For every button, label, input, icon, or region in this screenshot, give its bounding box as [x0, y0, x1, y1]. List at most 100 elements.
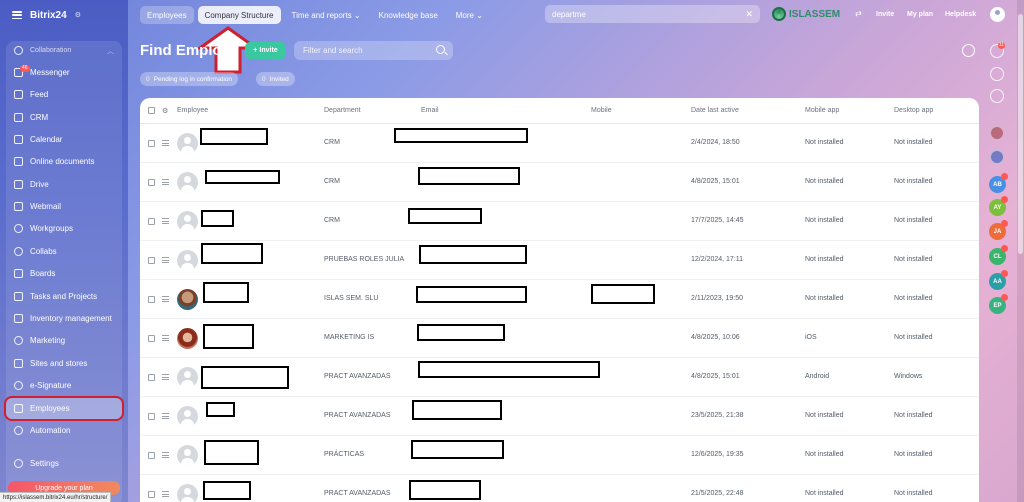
invite-button[interactable]: + Invite: [245, 42, 286, 59]
row-checkbox[interactable]: [148, 257, 155, 264]
sidebar-item-automation[interactable]: Automation: [6, 420, 122, 441]
row-menu-icon[interactable]: [162, 296, 169, 302]
tasks-rail-icon[interactable]: [990, 89, 1004, 103]
table-row[interactable]: PRÁCTICAS 12/6/2025, 19:35 Not installed…: [140, 436, 979, 475]
row-menu-icon[interactable]: [162, 218, 169, 224]
invited-chip[interactable]: 0 Invited: [256, 72, 295, 86]
select-all-checkbox[interactable]: [148, 107, 155, 114]
row-checkbox[interactable]: [148, 335, 155, 342]
user-avatar-icon[interactable]: [990, 7, 1005, 22]
row-checkbox[interactable]: [148, 413, 155, 420]
rail-contact-avatar[interactable]: CL: [989, 245, 1008, 265]
rail-contact-avatar[interactable]: AA: [989, 270, 1008, 290]
menu-burger-icon[interactable]: [12, 11, 22, 19]
logo-settings-icon[interactable]: ⚙: [75, 11, 81, 19]
clear-search-icon[interactable]: ✕: [745, 9, 753, 20]
sidebar-item-webmail[interactable]: Webmail: [6, 196, 122, 217]
avatar[interactable]: [177, 133, 198, 154]
swap-icon[interactable]: ⇄: [855, 9, 862, 18]
row-menu-icon[interactable]: [162, 257, 169, 263]
rail-contact-avatar[interactable]: JA: [989, 220, 1008, 240]
table-row[interactable]: ISLAS SEM. SLU 2/11/2023, 19:50 Not inst…: [140, 280, 979, 319]
page-scrollbar-thumb[interactable]: [1018, 14, 1023, 254]
global-search-input[interactable]: departme ✕: [545, 5, 760, 23]
sidebar-item-collabs[interactable]: Collabs: [6, 241, 122, 262]
tab-knowledge-base[interactable]: Knowledge base: [372, 6, 445, 24]
avatar[interactable]: [177, 211, 198, 232]
row-menu-icon[interactable]: [162, 374, 169, 380]
avatar[interactable]: [177, 250, 198, 271]
rail-contact-avatar[interactable]: EP: [989, 294, 1008, 314]
col-email[interactable]: Email: [421, 107, 439, 114]
pending-confirmation-chip[interactable]: 0 Pending log in confirmation: [140, 72, 239, 86]
my-plan-link[interactable]: My plan: [907, 5, 933, 23]
row-menu-icon[interactable]: [162, 452, 169, 458]
col-date-last-active[interactable]: Date last active: [691, 107, 739, 114]
chevron-up-icon[interactable]: ︿: [107, 46, 114, 56]
row-menu-icon[interactable]: [162, 140, 169, 146]
tab-more[interactable]: More ⌄: [449, 6, 490, 24]
table-row[interactable]: PRACT AVANZADAS 4/8/2025, 15:01 Android …: [140, 358, 979, 397]
rail-photo-avatar[interactable]: [990, 126, 1004, 140]
notifications-bell-icon[interactable]: 11: [990, 42, 1005, 58]
sidebar-item-feed[interactable]: Feed: [6, 84, 122, 105]
sidebar-item-esignature[interactable]: e-Signature: [6, 375, 122, 396]
row-checkbox[interactable]: [148, 179, 155, 186]
col-mobile-app[interactable]: Mobile app: [805, 107, 839, 114]
avatar[interactable]: [177, 484, 198, 502]
tab-time-and-reports[interactable]: Time and reports ⌄: [285, 6, 368, 24]
row-checkbox[interactable]: [148, 452, 155, 459]
sidebar-section-collaboration[interactable]: Collaboration ︿: [6, 40, 122, 61]
avatar[interactable]: [177, 445, 198, 466]
avatar[interactable]: [177, 172, 198, 193]
col-department[interactable]: Department: [324, 107, 361, 114]
page-settings-icon[interactable]: [962, 44, 975, 57]
search-icon[interactable]: [436, 45, 445, 54]
row-checkbox[interactable]: [148, 140, 155, 147]
sidebar-item-settings[interactable]: Settings: [6, 453, 122, 474]
row-checkbox[interactable]: [148, 218, 155, 225]
top-invite-link[interactable]: Invite: [876, 5, 894, 23]
row-checkbox[interactable]: [148, 296, 155, 303]
row-menu-icon[interactable]: [162, 491, 169, 497]
sidebar-item-messenger[interactable]: 46 Messenger: [6, 62, 122, 83]
row-checkbox[interactable]: [148, 374, 155, 381]
sidebar-item-marketing[interactable]: Marketing: [6, 330, 122, 351]
helpdesk-link[interactable]: Helpdesk: [945, 5, 976, 23]
app-logo[interactable]: Bitrix24: [30, 10, 67, 21]
row-menu-icon[interactable]: [162, 413, 169, 419]
filter-search-input[interactable]: Filter and search: [294, 41, 453, 60]
avatar[interactable]: [177, 289, 198, 310]
column-settings-icon[interactable]: ⚙: [162, 107, 168, 115]
sidebar-item-crm[interactable]: CRM: [6, 107, 122, 128]
table-row[interactable]: PRUEBAS ROLES JULIA 12/2/2024, 17:11 Not…: [140, 241, 979, 280]
table-row[interactable]: CRM 4/8/2025, 15:01 Not installed Not in…: [140, 163, 979, 202]
messages-icon[interactable]: [990, 67, 1004, 81]
table-row[interactable]: PRACT AVANZADAS 23/5/2025, 21:38 Not ins…: [140, 397, 979, 436]
row-menu-icon[interactable]: [162, 179, 169, 185]
sidebar-item-inventory[interactable]: Inventory management: [6, 308, 122, 329]
col-desktop-app[interactable]: Desktop app: [894, 107, 933, 114]
rail-contact-avatar[interactable]: AB: [989, 173, 1008, 193]
row-menu-icon[interactable]: [162, 335, 169, 341]
sidebar-item-boards[interactable]: Boards: [6, 263, 122, 284]
table-row[interactable]: CRM 2/4/2024, 18:50 Not installed Not in…: [140, 124, 979, 163]
sidebar-item-drive[interactable]: Drive: [6, 174, 122, 195]
tab-company-structure[interactable]: Company Structure: [197, 6, 281, 24]
tab-employees[interactable]: Employees: [140, 6, 194, 24]
sidebar-item-sites[interactable]: Sites and stores: [6, 353, 122, 374]
sidebar-item-tasks[interactable]: Tasks and Projects: [6, 286, 122, 307]
sidebar-item-calendar[interactable]: Calendar: [6, 129, 122, 150]
table-row[interactable]: PRACT AVANZADAS 21/5/2025, 22:48 Not ins…: [140, 475, 979, 502]
table-row[interactable]: MARKETING IS 4/8/2025, 10:06 iOS Not ins…: [140, 319, 979, 358]
col-employee[interactable]: Employee: [177, 107, 208, 114]
sidebar-item-employees[interactable]: Employees: [4, 396, 124, 421]
row-checkbox[interactable]: [148, 491, 155, 498]
avatar[interactable]: [177, 406, 198, 427]
avatar[interactable]: [177, 367, 198, 388]
sidebar-item-online-documents[interactable]: Online documents: [6, 151, 122, 172]
sidebar-item-workgroups[interactable]: Workgroups: [6, 218, 122, 239]
rail-contact-avatar[interactable]: AY: [989, 196, 1008, 216]
table-row[interactable]: CRM 17/7/2025, 14:45 Not installed Not i…: [140, 202, 979, 241]
avatar[interactable]: [177, 328, 198, 349]
